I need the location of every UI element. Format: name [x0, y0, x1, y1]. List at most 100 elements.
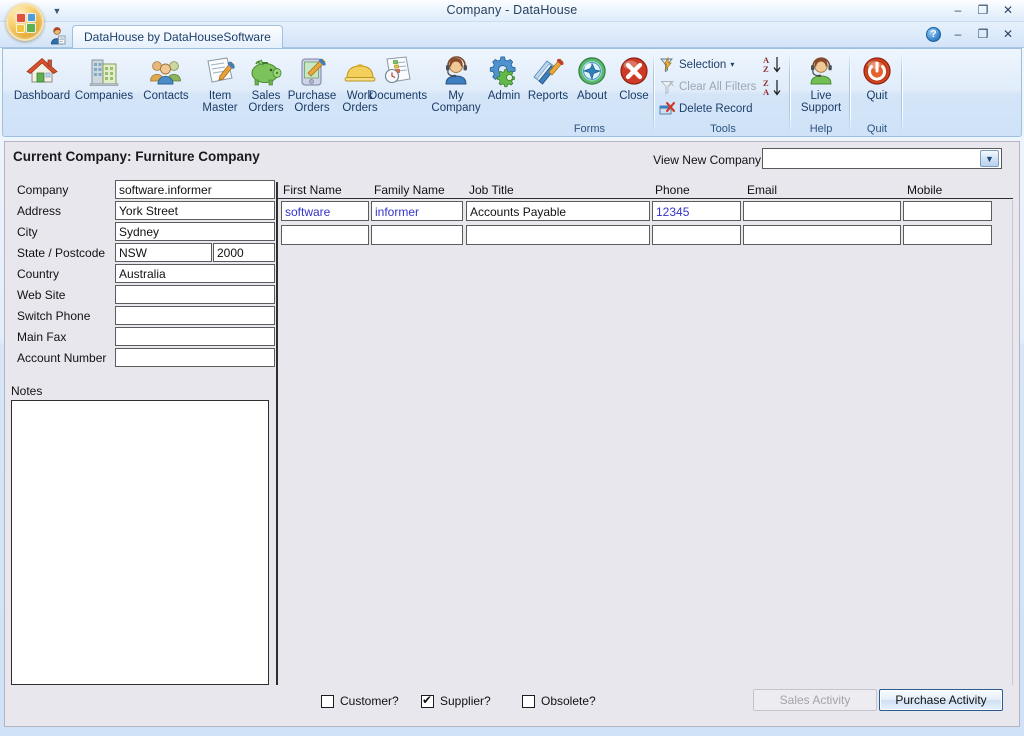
cell-first-name[interactable] — [281, 225, 369, 245]
column-header-family-name[interactable]: Family Name — [374, 183, 445, 197]
orb-glyph-blue — [27, 13, 36, 22]
column-header-mobile[interactable]: Mobile — [907, 183, 942, 197]
title-bar: Company - DataHouse – ❐ ✕ — [0, 0, 1024, 22]
sales-activity-button[interactable]: Sales Activity — [753, 689, 877, 711]
quick-access-toolbar-chevron-down-icon[interactable]: ▼ — [50, 5, 64, 17]
checkbox-obsolete[interactable]: Obsolete? — [522, 694, 596, 708]
tab-datahouse[interactable]: DataHouse by DataHouseSoftware — [72, 25, 283, 48]
doc-minimize-icon[interactable]: – — [950, 26, 966, 42]
close-icon[interactable]: ✕ — [1000, 2, 1016, 18]
field-switch-phone: Switch Phone — [11, 306, 275, 327]
office-orb-button[interactable] — [6, 3, 44, 41]
ribbon-label: Dashboard — [13, 90, 71, 102]
command-delete-record-label: Delete Record — [679, 102, 753, 115]
ribbon-button-close[interactable]: Close — [603, 51, 665, 117]
field-label: Main Fax — [17, 330, 67, 344]
view-new-company-combobox[interactable]: ▼ — [762, 148, 1002, 169]
field-state-postcode: State / Postcode NSW 2000 — [11, 243, 275, 264]
ribbon-label-line2: Support — [800, 102, 842, 114]
minimize-icon[interactable]: – — [950, 2, 966, 18]
column-header-email[interactable]: Email — [747, 183, 777, 197]
command-delete-record[interactable]: Delete Record — [659, 99, 753, 118]
doc-close-icon[interactable]: ✕ — [1000, 26, 1016, 42]
cell-phone[interactable] — [652, 225, 741, 245]
cell-mobile[interactable] — [903, 201, 992, 221]
help-icon[interactable]: ? — [926, 26, 941, 42]
checkbox-customer[interactable]: Customer? — [321, 694, 399, 708]
table-row: software informer Accounts Payable 12345 — [278, 201, 1013, 223]
field-label: Switch Phone — [17, 309, 91, 323]
cell-phone[interactable]: 12345 — [652, 201, 741, 221]
client-area: Current Company: Furniture Company View … — [4, 141, 1020, 727]
ribbon-button-quit[interactable]: Quit — [846, 51, 908, 117]
field-label: State / Postcode — [17, 246, 106, 260]
cell-family-name[interactable]: informer — [371, 201, 463, 221]
cell-family-name[interactable] — [371, 225, 463, 245]
svg-text:Z: Z — [763, 64, 769, 74]
purchase-activity-button[interactable]: Purchase Activity — [879, 689, 1003, 711]
field-account-number: Account Number — [11, 348, 275, 369]
ribbon-group-label-quit: Quit — [866, 123, 888, 135]
field-label: City — [17, 225, 38, 239]
column-header-phone[interactable]: Phone — [655, 183, 690, 197]
ribbon-button-dashboard[interactable]: Dashboard — [11, 51, 73, 117]
sort-descending-button[interactable]: Z A — [762, 78, 786, 100]
cell-first-name[interactable]: software — [281, 201, 369, 221]
company-form: Company software.informer Address York S… — [11, 180, 275, 369]
cell-email[interactable] — [743, 201, 901, 221]
cell-job-title[interactable] — [466, 225, 650, 245]
checkbox-box[interactable] — [522, 694, 535, 708]
city-input[interactable]: Sydney — [115, 222, 275, 241]
ribbon-button-live-support[interactable]: Live Support — [790, 51, 852, 117]
ribbon-group-label-help: Help — [809, 123, 833, 135]
column-header-first-name[interactable]: First Name — [283, 183, 342, 197]
ribbon: Dashboard Companies Contacts Item Master… — [2, 48, 1022, 137]
maximize-icon[interactable]: ❐ — [975, 2, 991, 18]
command-clear-all-filters[interactable]: Clear All Filters — [659, 77, 756, 96]
ribbon-separator-1 — [653, 53, 655, 133]
field-company: Company software.informer — [11, 180, 275, 201]
ribbon-label: Documents — [368, 90, 428, 102]
company-input[interactable]: software.informer — [115, 180, 275, 199]
cell-email[interactable] — [743, 225, 901, 245]
piggy-bank-icon — [249, 54, 283, 88]
account-number-input[interactable] — [115, 348, 275, 367]
field-label: Country — [17, 267, 60, 281]
checkbox-box[interactable] — [421, 693, 434, 708]
command-selection[interactable]: Selection ▾ — [659, 55, 734, 74]
address-input[interactable]: York Street — [115, 201, 275, 220]
house-icon — [25, 54, 59, 88]
pda-pen-icon — [295, 54, 329, 88]
state-input[interactable]: NSW — [115, 243, 212, 262]
checkbox-supplier[interactable]: Supplier? — [421, 693, 491, 708]
grid-right-edge — [1012, 200, 1013, 685]
ribbon-button-companies[interactable]: Companies — [73, 51, 135, 117]
filter-clear-icon — [659, 79, 676, 95]
contacts-grid: First Name Family Name Job Title Phone E… — [278, 182, 1013, 685]
field-label: Web Site — [17, 288, 66, 302]
doc-maximize-icon[interactable]: ❐ — [975, 26, 991, 42]
tab-datahouse-label: DataHouse by DataHouseSoftware — [84, 30, 271, 44]
checkbox-box[interactable] — [321, 694, 334, 708]
column-header-job-title[interactable]: Job Title — [469, 183, 514, 197]
window-controls: – ❐ ✕ — [950, 2, 1016, 18]
orb-glyph-yellow — [16, 24, 25, 33]
switch-phone-input[interactable] — [115, 306, 275, 325]
notes-textarea[interactable] — [11, 400, 269, 685]
cell-mobile[interactable] — [903, 225, 992, 245]
orb-glyph-green — [26, 23, 36, 33]
chevron-down-icon[interactable]: ▼ — [980, 150, 999, 167]
ribbon-label-line1: Sales — [251, 90, 281, 102]
main-fax-input[interactable] — [115, 327, 275, 346]
document-window-controls: ? – ❐ ✕ — [926, 26, 1016, 42]
page-title: Current Company: Furniture Company — [13, 149, 260, 164]
cell-job-title[interactable]: Accounts Payable — [466, 201, 650, 221]
postcode-input[interactable]: 2000 — [213, 243, 275, 262]
ribbon-label: Close — [619, 90, 649, 102]
sort-ascending-button[interactable]: A Z — [762, 55, 786, 77]
chevron-down-icon[interactable]: ▾ — [730, 60, 734, 69]
web-site-input[interactable] — [115, 285, 275, 304]
country-input[interactable]: Australia — [115, 264, 275, 283]
contacts-grid-header: First Name Family Name Job Title Phone E… — [278, 182, 1013, 199]
ribbon-button-documents[interactable]: Documents — [367, 51, 429, 117]
